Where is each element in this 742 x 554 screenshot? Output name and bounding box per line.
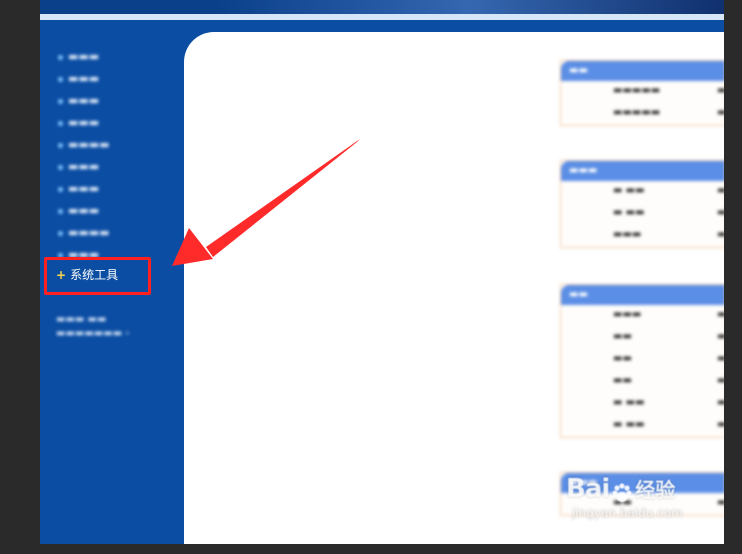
red-arrow-annotation xyxy=(172,139,360,266)
baidu-jingyan-watermark: Bai 经验 jingyan.baidu.com xyxy=(566,474,683,520)
watermark-brand: Bai xyxy=(566,474,610,504)
watermark-jingyan: 经验 xyxy=(635,478,676,502)
watermark-url: jingyan.baidu.com xyxy=(572,506,683,520)
paw-icon xyxy=(612,482,632,502)
